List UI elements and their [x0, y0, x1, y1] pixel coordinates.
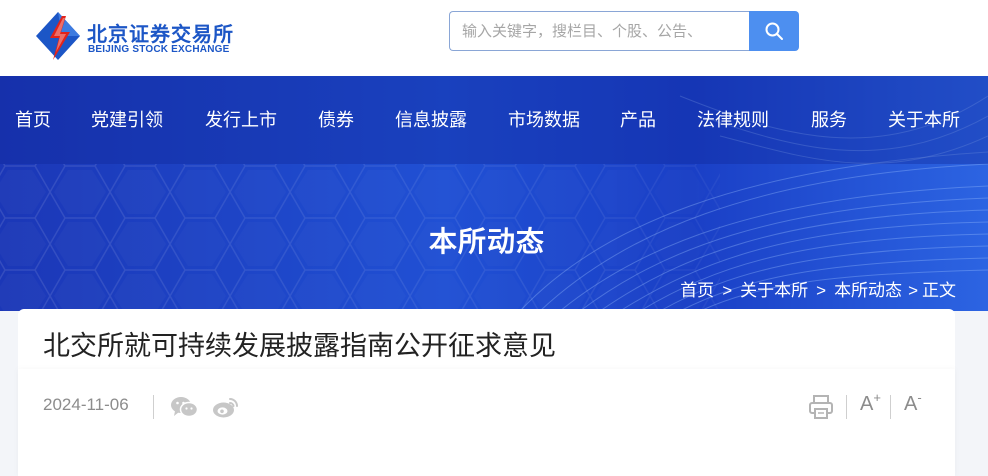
search-icon: [765, 22, 783, 40]
breadcrumb-current: 正文: [922, 281, 956, 300]
decrease-font-mark: -: [917, 390, 922, 405]
nav-item-rules[interactable]: 法律规则: [697, 76, 769, 164]
divider: [153, 395, 154, 419]
nav-item-market-data[interactable]: 市场数据: [508, 76, 580, 164]
print-icon[interactable]: [808, 394, 834, 420]
breadcrumb-about[interactable]: 关于本所: [740, 281, 808, 300]
breadcrumb-home[interactable]: 首页: [680, 281, 714, 300]
article-title: 北交所就可持续发展披露指南公开征求意见: [43, 331, 556, 361]
increase-font-letter: A: [860, 393, 874, 415]
nav-item-home[interactable]: 首页: [15, 76, 51, 164]
nav-item-party-building[interactable]: 党建引领: [91, 76, 163, 164]
nav-item-about[interactable]: 关于本所: [888, 76, 960, 164]
article-title-card: 北交所就可持续发展披露指南公开征求意见: [18, 309, 955, 369]
site-header: 北京证券交易所 BEIJING STOCK EXCHANGE: [0, 0, 988, 76]
nav-item-disclosure[interactable]: 信息披露: [395, 76, 467, 164]
increase-font-mark: +: [873, 390, 881, 405]
main-navigation: 首页 党建引领 发行上市 债券 信息披露 市场数据 产品 法律规则 服务 关于本…: [0, 76, 988, 164]
divider: [846, 395, 847, 419]
site-logo[interactable]: 北京证券交易所 BEIJING STOCK EXCHANGE: [32, 6, 247, 66]
breadcrumb-separator: >: [722, 281, 733, 300]
search-input[interactable]: [449, 11, 749, 51]
nav-item-products[interactable]: 产品: [620, 76, 656, 164]
article-meta-bar: 2024-11-06 A+ A-: [18, 369, 955, 445]
article-date: 2024-11-06: [43, 395, 129, 414]
weibo-icon[interactable]: [212, 395, 240, 419]
decrease-font-letter: A: [904, 393, 918, 415]
bse-logo-icon: [36, 12, 80, 60]
breadcrumb-separator: >: [908, 281, 918, 300]
divider: [890, 395, 891, 419]
search-button[interactable]: [749, 11, 799, 51]
nav-item-services[interactable]: 服务: [811, 76, 847, 164]
nav-item-bonds[interactable]: 债券: [318, 76, 354, 164]
breadcrumb: 首页 > 关于本所 > 本所动态 > 正文: [680, 276, 956, 301]
page-banner: 首页 党建引领 发行上市 债券 信息披露 市场数据 产品 法律规则 服务 关于本…: [0, 76, 988, 311]
logo-english-name: BEIJING STOCK EXCHANGE: [88, 44, 230, 55]
wechat-icon[interactable]: [170, 396, 198, 418]
breadcrumb-separator: >: [816, 281, 827, 300]
article-body-card: 2024-11-06 A+ A-: [18, 369, 955, 476]
banner-title: 本所动态: [428, 226, 545, 257]
logo-chinese-name: 北京证券交易所: [87, 24, 234, 46]
breadcrumb-news[interactable]: 本所动态: [834, 281, 902, 300]
search-box: [449, 11, 799, 51]
decrease-font-button[interactable]: A-: [904, 390, 922, 416]
nav-item-listing[interactable]: 发行上市: [205, 76, 277, 164]
increase-font-button[interactable]: A+: [860, 390, 881, 416]
